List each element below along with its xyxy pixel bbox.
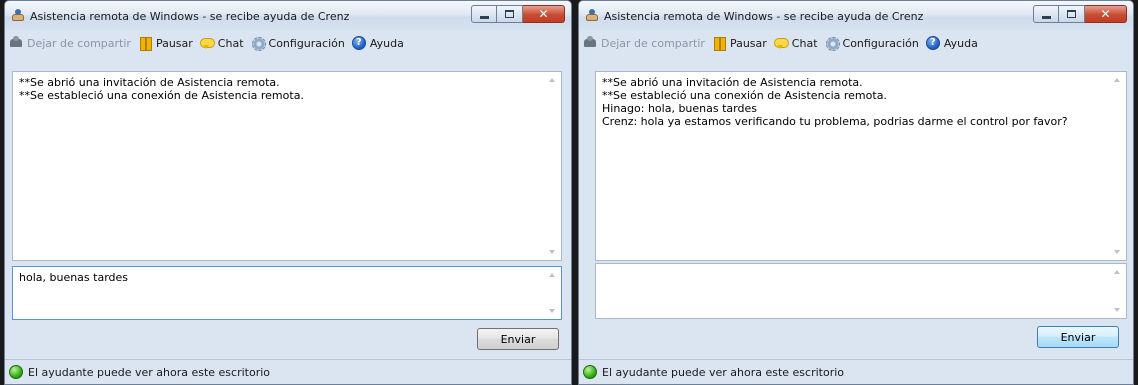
chat-log-line: **Se estableció una conexión de Asistenc… (602, 89, 887, 102)
help-icon: ? (351, 36, 366, 50)
message-input-scrollbar[interactable] (1109, 264, 1126, 318)
chat-log-line: **Se estableció una conexión de Asistenc… (19, 89, 304, 102)
chat-log-line: Hinago: hola, buenas tardes (602, 102, 757, 115)
chat-log-line: **Se abrió una invitación de Asistencia … (602, 76, 863, 89)
close-button[interactable]: ✕ (523, 5, 565, 23)
status-bar: El ayudante puede ver ahora este escrito… (5, 359, 571, 384)
pause-icon (712, 36, 726, 51)
status-text: El ayudante puede ver ahora este escrito… (602, 365, 845, 379)
maximize-button[interactable] (1059, 5, 1085, 23)
scroll-down-icon (549, 250, 555, 254)
chat-log-scrollbar[interactable] (544, 72, 561, 260)
minimize-icon (1041, 15, 1051, 19)
remote-assistance-icon (11, 9, 25, 23)
scroll-up-icon (549, 78, 555, 82)
maximize-button[interactable] (497, 5, 523, 23)
chat-log[interactable]: **Se abrió una invitación de Asistencia … (12, 71, 562, 261)
minimize-icon (479, 15, 489, 19)
scroll-down-icon (1114, 308, 1120, 312)
green-status-icon (9, 365, 23, 379)
send-button[interactable]: Enviar (477, 328, 559, 350)
status-text: El ayudante puede ver ahora este escrito… (28, 365, 271, 379)
maximize-icon (505, 10, 514, 18)
green-status-icon (583, 365, 597, 379)
stop-sharing-icon (9, 36, 23, 50)
toolbar: Dejar de compartir Pausar Chat Configura… (5, 31, 571, 55)
chat-log-line: **Se abrió una invitación de Asistencia … (19, 76, 280, 89)
pause-button[interactable]: Pausar (138, 36, 193, 51)
chat-log-scrollbar[interactable] (1109, 72, 1126, 260)
settings-button[interactable]: Configuración (825, 36, 919, 51)
minimize-button[interactable] (1033, 5, 1059, 23)
window-title: Asistencia remota de Windows - se recibe… (30, 9, 350, 23)
minimize-button[interactable] (471, 5, 497, 23)
pause-button[interactable]: Pausar (712, 36, 767, 51)
remote-assistance-window-right: Asistencia remota de Windows - se recibe… (578, 0, 1134, 385)
help-button[interactable]: ? Ayuda (351, 36, 404, 50)
stop-sharing-button[interactable]: Dejar de compartir (9, 36, 131, 50)
window-title: Asistencia remota de Windows - se recibe… (604, 9, 924, 23)
maximize-icon (1067, 10, 1076, 18)
scroll-down-icon (549, 309, 555, 313)
gear-icon (825, 36, 840, 51)
chat-bubble-icon (199, 36, 215, 50)
chat-log-line: Crenz: hola ya estamos verificando tu pr… (602, 115, 1068, 128)
caption-buttons: ✕ (1033, 5, 1127, 23)
caption-buttons: ✕ (471, 5, 565, 23)
scroll-up-icon (1114, 270, 1120, 274)
send-button[interactable]: Enviar (1037, 326, 1119, 348)
message-input[interactable] (595, 263, 1127, 319)
close-icon: ✕ (538, 7, 549, 21)
status-bar: El ayudante puede ver ahora este escrito… (579, 359, 1133, 384)
pause-icon (138, 36, 152, 51)
title-bar[interactable]: Asistencia remota de Windows - se recibe… (5, 1, 571, 31)
stop-sharing-button[interactable]: Dejar de compartir (583, 36, 705, 50)
close-button[interactable]: ✕ (1085, 5, 1127, 23)
chat-log[interactable]: **Se abrió una invitación de Asistencia … (595, 71, 1127, 261)
help-icon: ? (925, 36, 940, 50)
remote-assistance-icon (585, 9, 599, 23)
gear-icon (251, 36, 266, 51)
help-button[interactable]: ? Ayuda (925, 36, 978, 50)
scroll-down-icon (1114, 250, 1120, 254)
close-icon: ✕ (1100, 7, 1111, 21)
title-bar[interactable]: Asistencia remota de Windows - se recibe… (579, 1, 1133, 31)
chat-button[interactable]: Chat (199, 36, 244, 50)
message-input[interactable]: hola, buenas tardes (12, 266, 562, 320)
chat-bubble-icon (773, 36, 789, 50)
scroll-up-icon (1114, 78, 1120, 82)
chat-button[interactable]: Chat (773, 36, 818, 50)
settings-button[interactable]: Configuración (251, 36, 345, 51)
remote-assistance-window-left: Asistencia remota de Windows - se recibe… (4, 0, 572, 385)
scroll-up-icon (549, 273, 555, 277)
message-input-scrollbar[interactable] (544, 267, 561, 319)
message-input-text: hola, buenas tardes (19, 271, 129, 284)
stop-sharing-icon (583, 36, 597, 50)
toolbar: Dejar de compartir Pausar Chat Configura… (579, 31, 1133, 55)
